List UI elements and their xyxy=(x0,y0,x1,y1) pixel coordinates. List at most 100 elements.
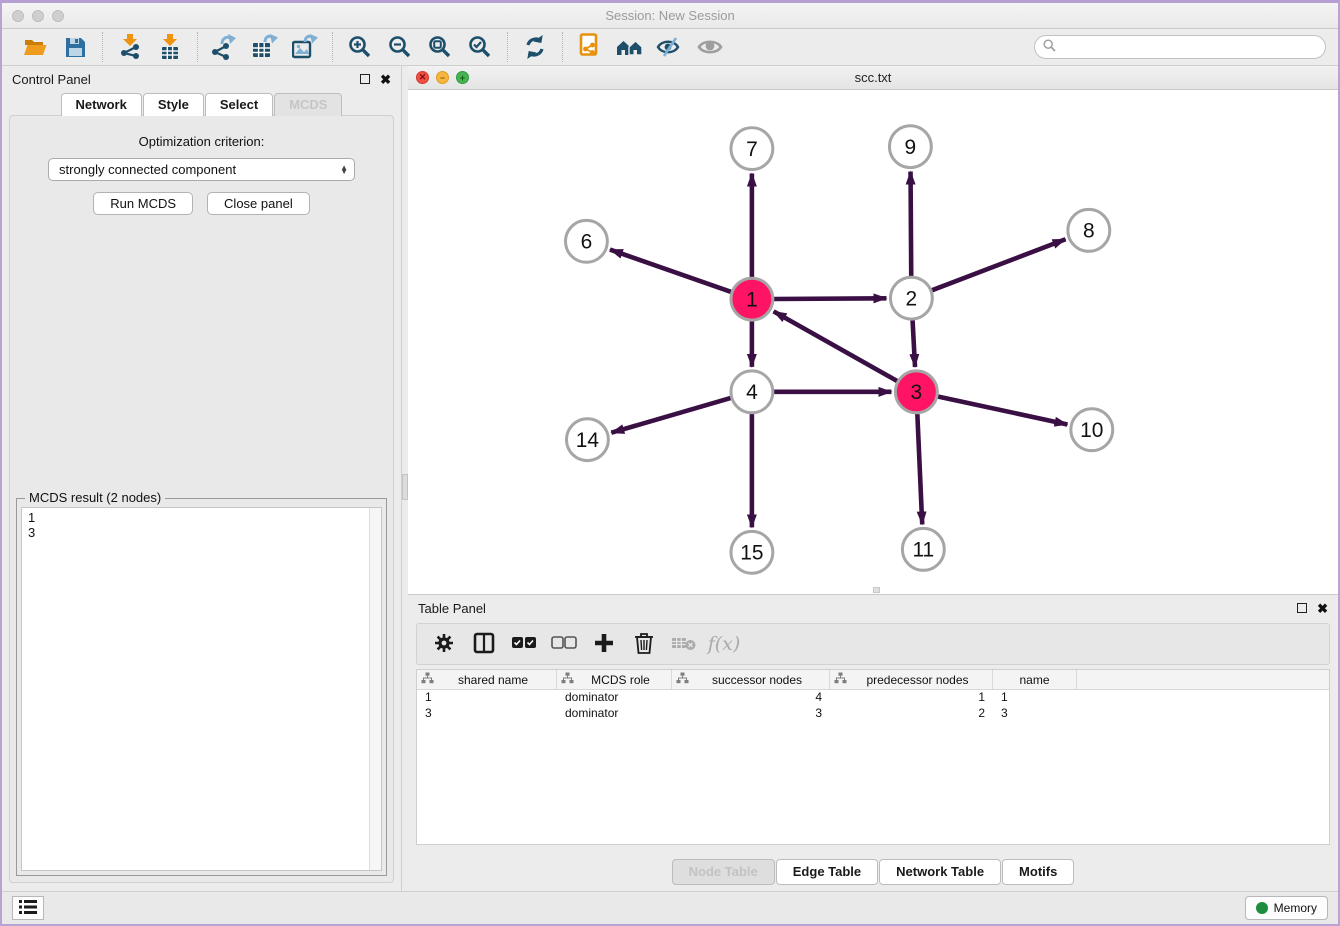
column-header-shared-name[interactable]: shared name xyxy=(417,670,557,689)
close-panel-button[interactable]: Close panel xyxy=(207,192,310,215)
search-input[interactable] xyxy=(1061,40,1317,54)
search-field[interactable] xyxy=(1034,35,1326,59)
export-network-button[interactable] xyxy=(208,32,242,62)
edge-2-9[interactable] xyxy=(911,172,912,277)
apply-layout-button[interactable] xyxy=(518,32,552,62)
graph-node-6[interactable]: 6 xyxy=(565,220,607,262)
delete-row-button[interactable] xyxy=(629,629,659,659)
edge-1-6[interactable] xyxy=(610,250,731,292)
show-all-button[interactable] xyxy=(693,32,727,62)
result-scrollbar[interactable] xyxy=(369,508,381,870)
first-neighbors-button[interactable] xyxy=(613,32,647,62)
edge-3-11[interactable] xyxy=(917,414,922,525)
mcds-result-title: MCDS result (2 nodes) xyxy=(25,490,165,505)
tab-style[interactable]: Style xyxy=(143,93,204,116)
table-tabbar: Node TableEdge TableNetwork TableMotifs xyxy=(408,845,1338,891)
memory-button[interactable]: Memory xyxy=(1245,896,1328,920)
float-panel-icon[interactable] xyxy=(360,74,370,84)
minimize-window-button[interactable] xyxy=(32,10,44,22)
network-canvas[interactable]: 1 2 3 4 6 7 8 9 10 11 14 15 xyxy=(408,90,1338,594)
graph-node-10[interactable]: 10 xyxy=(1071,409,1113,451)
edge-3-1[interactable] xyxy=(774,311,898,381)
canvas-resize-grip[interactable] xyxy=(873,587,880,593)
table-cell[interactable]: 2 xyxy=(830,706,993,722)
graph-node-8[interactable]: 8 xyxy=(1068,209,1110,251)
tab-network[interactable]: Network xyxy=(61,93,142,116)
zoom-selected-button[interactable] xyxy=(463,32,497,62)
graph-node-14[interactable]: 14 xyxy=(566,419,608,461)
save-session-button[interactable] xyxy=(58,32,92,62)
tab-edge-table[interactable]: Edge Table xyxy=(776,859,878,885)
tab-select[interactable]: Select xyxy=(205,93,273,116)
open-session-button[interactable] xyxy=(18,32,52,62)
zoom-fit-button[interactable] xyxy=(423,32,457,62)
show-column-button[interactable] xyxy=(469,629,499,659)
table-cell[interactable]: 3 xyxy=(993,706,1077,722)
function-builder-button[interactable]: f(x) xyxy=(709,629,739,659)
graph-node-15[interactable]: 15 xyxy=(731,531,773,573)
import-table-button[interactable] xyxy=(153,32,187,62)
graph-node-11[interactable]: 11 xyxy=(902,528,944,570)
zoom-out-button[interactable] xyxy=(383,32,417,62)
main-toolbar xyxy=(2,29,1338,66)
select-all-button[interactable] xyxy=(509,629,539,659)
table-cell[interactable]: dominator xyxy=(557,706,672,722)
edge-2-8[interactable] xyxy=(932,239,1066,290)
run-mcds-button[interactable]: Run MCDS xyxy=(93,192,193,215)
graph-node-9[interactable]: 9 xyxy=(889,126,931,168)
graph-node-7[interactable]: 7 xyxy=(731,128,773,170)
edge-4-14[interactable] xyxy=(611,398,730,433)
graph-node-1[interactable]: 1 xyxy=(731,278,773,320)
table-settings-button[interactable] xyxy=(429,629,459,659)
column-header-name[interactable]: name xyxy=(993,670,1077,689)
delete-table-button[interactable] xyxy=(669,629,699,659)
table-cell[interactable]: dominator xyxy=(557,690,672,706)
add-row-button[interactable] xyxy=(589,629,619,659)
deselect-all-button[interactable] xyxy=(549,629,579,659)
edge-3-10[interactable] xyxy=(938,396,1068,424)
column-header-successor-nodes[interactable]: successor nodes xyxy=(672,670,830,689)
network-close-button[interactable]: ✕ xyxy=(416,71,429,84)
network-minimize-button[interactable]: − xyxy=(436,71,449,84)
table-cell[interactable]: 1 xyxy=(417,690,557,706)
import-network-button[interactable] xyxy=(113,32,147,62)
float-table-panel-icon[interactable] xyxy=(1297,603,1307,613)
close-window-button[interactable] xyxy=(12,10,24,22)
export-table-button[interactable] xyxy=(248,32,282,62)
edge-1-2[interactable] xyxy=(774,298,887,299)
column-header-MCDS-role[interactable]: MCDS role xyxy=(557,670,672,689)
graph-node-3[interactable]: 3 xyxy=(895,371,937,413)
criterion-select[interactable]: strongly connected component ▲▼ xyxy=(48,158,355,181)
table-cell[interactable]: 3 xyxy=(672,706,830,722)
table-row[interactable]: 1dominator411 xyxy=(417,690,1329,706)
edge-2-3[interactable] xyxy=(913,320,915,367)
graph-node-4[interactable]: 4 xyxy=(731,371,773,413)
table-cell[interactable]: 3 xyxy=(417,706,557,722)
table-row[interactable]: 3dominator323 xyxy=(417,706,1329,722)
close-panel-icon[interactable]: ✖ xyxy=(380,73,391,86)
zoom-in-button[interactable] xyxy=(343,32,377,62)
network-graph[interactable]: 1 2 3 4 6 7 8 9 10 11 14 15 xyxy=(408,90,1338,594)
table-toolbar: f(x) xyxy=(416,623,1330,665)
close-table-panel-icon[interactable]: ✖ xyxy=(1317,602,1328,615)
table-cell[interactable]: 1 xyxy=(993,690,1077,706)
tab-node-table[interactable]: Node Table xyxy=(672,859,775,885)
window-title: Session: New Session xyxy=(605,8,734,23)
column-header-predecessor-nodes[interactable]: predecessor nodes xyxy=(830,670,993,689)
window-traffic-lights[interactable] xyxy=(12,10,64,22)
maximize-window-button[interactable] xyxy=(52,10,64,22)
table-cell[interactable]: 4 xyxy=(672,690,830,706)
tab-network-table[interactable]: Network Table xyxy=(879,859,1001,885)
mcds-result-group: MCDS result (2 nodes) 1 3 xyxy=(16,498,387,876)
table-cell[interactable]: 1 xyxy=(830,690,993,706)
tab-mcds[interactable]: MCDS xyxy=(274,93,342,116)
task-history-button[interactable] xyxy=(12,896,44,920)
graph-node-2[interactable]: 2 xyxy=(890,277,932,319)
duplicate-network-button[interactable] xyxy=(573,32,607,62)
mcds-result-text[interactable]: 1 3 xyxy=(22,508,369,870)
tab-motifs[interactable]: Motifs xyxy=(1002,859,1074,885)
export-image-button[interactable] xyxy=(288,32,322,62)
svg-text:9: 9 xyxy=(905,136,917,159)
network-maximize-button[interactable]: + xyxy=(456,71,469,84)
hide-selected-button[interactable] xyxy=(653,32,687,62)
